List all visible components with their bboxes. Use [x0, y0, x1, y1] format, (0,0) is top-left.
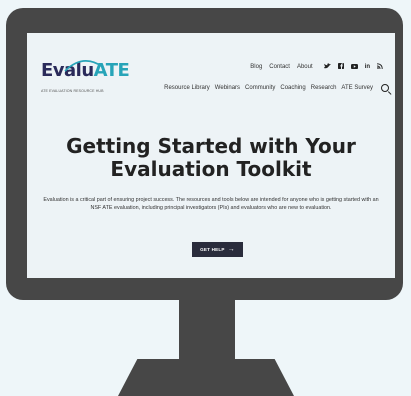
website-screen: EvaluATE ATE EVALUATION RESOURCE HUB Blo… — [27, 33, 395, 278]
main-nav: Resource Library Webinars Community Coac… — [164, 84, 389, 92]
hero-description: Evaluation is a critical part of ensurin… — [43, 197, 379, 212]
nav-research[interactable]: Research — [311, 85, 337, 91]
hero-title: Getting Started with Your Evaluation Too… — [27, 135, 395, 181]
nav-ate-survey[interactable]: ATE Survey — [341, 85, 373, 91]
social-links: in — [323, 63, 383, 71]
linkedin-icon[interactable]: in — [365, 64, 370, 70]
search-icon[interactable] — [381, 84, 389, 92]
nav-about[interactable]: About — [297, 64, 313, 70]
nav-blog[interactable]: Blog — [250, 64, 262, 70]
nav-webinars[interactable]: Webinars — [215, 85, 240, 91]
top-nav: Blog Contact About in — [250, 63, 383, 71]
monitor-frame: EvaluATE ATE EVALUATION RESOURCE HUB Blo… — [6, 8, 403, 300]
logo-swoosh-icon — [64, 60, 104, 72]
nav-coaching[interactable]: Coaching — [280, 85, 305, 91]
get-help-button[interactable]: GET HELP → — [192, 242, 243, 257]
arrow-right-icon: → — [227, 246, 235, 253]
nav-contact[interactable]: Contact — [269, 64, 290, 70]
monitor-base — [118, 359, 294, 396]
hero-title-line2: Evaluation Toolkit — [110, 157, 312, 181]
logo-subtitle: ATE EVALUATION RESOURCE HUB — [41, 89, 104, 93]
hero-title-line1: Getting Started with Your — [66, 134, 356, 158]
twitter-icon[interactable] — [323, 63, 331, 71]
facebook-icon[interactable] — [337, 63, 344, 71]
nav-community[interactable]: Community — [245, 85, 275, 91]
nav-resource-library[interactable]: Resource Library — [164, 85, 210, 91]
get-help-label: GET HELP — [200, 247, 225, 252]
monitor-neck — [179, 300, 235, 359]
rss-icon[interactable] — [376, 63, 383, 71]
youtube-icon[interactable] — [350, 63, 358, 71]
